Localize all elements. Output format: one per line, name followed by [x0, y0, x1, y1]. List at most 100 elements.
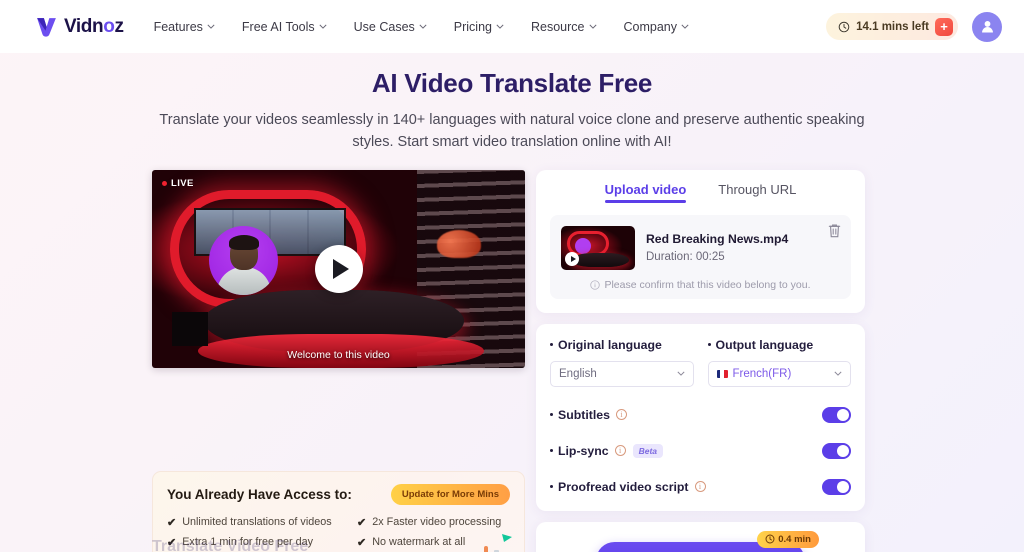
output-language-value: French(FR) — [732, 367, 792, 380]
access-banner-header: You Already Have Access to: Update for M… — [167, 483, 510, 505]
upload-tabs: Upload video Through URL — [550, 182, 851, 203]
page-subtitle: Translate your videos seamlessly in 140+… — [159, 112, 865, 151]
delete-file-button[interactable] — [827, 223, 842, 239]
bullet-icon — [550, 449, 553, 453]
logo-text: Vidnoz — [64, 16, 124, 38]
translation-options-card: Original language English Output languag… — [536, 323, 865, 511]
proofread-toggle[interactable] — [822, 478, 851, 495]
nav-label: Use Cases — [353, 19, 415, 34]
nav-item-free-ai-tools[interactable]: Free AI Tools — [242, 20, 327, 34]
nav-label: Features — [153, 19, 203, 34]
left-column: LIVE Welcome to this video You Already H… — [152, 169, 525, 552]
option-row-lip-sync: Lip-sync i Beta — [550, 442, 851, 459]
site-header: Vidnoz Features Free AI Tools Use Cases … — [0, 0, 1024, 53]
file-confirmation-note: Please confirm that this video belong to… — [561, 279, 840, 291]
output-language-select[interactable]: French(FR) — [707, 360, 851, 387]
main-navigation: Features Free AI Tools Use Cases Pricing… — [154, 20, 689, 34]
bottom-cut-heading: Translate Video Free — [152, 538, 309, 552]
check-icon: ✔ — [357, 516, 367, 529]
live-dot-icon — [162, 180, 167, 186]
estimated-minutes-text: 0.4 min — [778, 533, 811, 545]
video-thumbnail[interactable] — [561, 225, 635, 270]
minutes-remaining-text: 14.1 mins left — [856, 20, 929, 33]
update-for-more-mins-button[interactable]: Update for More Mins — [390, 483, 510, 505]
subtitles-label: Subtitles — [558, 407, 610, 422]
thumbnail-desk — [571, 252, 629, 267]
chevron-down-icon — [419, 24, 427, 29]
french-flag-icon — [716, 369, 728, 378]
vidnoz-v-logo-icon — [37, 18, 56, 37]
check-icon: ✔ — [167, 516, 177, 529]
estimated-minutes-badge: 0.4 min — [757, 530, 819, 548]
decorative-confetti-icon — [484, 533, 512, 552]
avatar-body — [216, 266, 271, 295]
nav-item-use-cases[interactable]: Use Cases — [354, 20, 427, 34]
bullet-icon — [707, 343, 711, 347]
user-avatar-button[interactable] — [972, 11, 1002, 42]
video-preview-player[interactable]: LIVE Welcome to this video — [152, 169, 525, 368]
header-right-controls: 14.1 mins left + — [826, 11, 1002, 42]
file-duration-label: Duration: — [646, 251, 693, 264]
access-feature-label: 2x Faster video processing — [372, 516, 502, 529]
translate-button-wrap: Translate Now 0.4 min — [596, 530, 819, 552]
clock-icon — [765, 534, 775, 544]
user-avatar-icon — [981, 21, 993, 33]
action-card: Translate Now 0.4 min — [536, 521, 865, 552]
minutes-remaining-badge[interactable]: 14.1 mins left + — [826, 13, 958, 40]
thumbnail-play-icon[interactable] — [565, 251, 579, 266]
output-language-value-wrap: French(FR) — [716, 367, 835, 380]
add-minutes-button[interactable]: + — [935, 17, 953, 36]
uploaded-file-box: Red Breaking News.mp4 Duration: 00:25 Pl… — [550, 214, 851, 299]
nav-label: Free AI Tools — [241, 19, 315, 34]
nav-label: Company — [623, 19, 678, 34]
chevron-down-icon — [834, 371, 842, 377]
logo-text-part-a: Vidn — [64, 15, 104, 37]
play-button[interactable] — [314, 244, 363, 293]
access-feature-item: ✔ 2x Faster video processing — [357, 516, 510, 529]
bullet-icon — [550, 485, 553, 489]
original-language-value: English — [559, 367, 597, 380]
hero-section: AI Video Translate Free Translate your v… — [0, 53, 1024, 154]
info-circle-icon[interactable]: i — [615, 409, 627, 421]
original-language-label: Original language — [558, 337, 662, 352]
live-badge: LIVE — [162, 178, 194, 189]
tab-upload-video[interactable]: Upload video — [604, 182, 686, 203]
clock-icon — [838, 21, 850, 32]
lip-sync-toggle[interactable] — [822, 442, 851, 459]
lip-sync-label: Lip-sync — [558, 443, 609, 458]
studio-decor — [437, 229, 481, 258]
avatar-hair — [228, 234, 259, 250]
main-content: LIVE Welcome to this video You Already H… — [0, 154, 1024, 552]
vidnoz-logo[interactable]: Vidnoz — [34, 14, 124, 39]
right-column: Upload video Through URL Red Breaking Ne… — [536, 169, 865, 552]
nav-item-company[interactable]: Company — [624, 20, 690, 34]
info-circle-icon[interactable]: i — [614, 445, 626, 457]
original-language-select[interactable]: English — [550, 360, 694, 387]
tab-through-url[interactable]: Through URL — [718, 182, 796, 203]
bullet-icon — [550, 413, 553, 417]
upload-card: Upload video Through URL Red Breaking Ne… — [536, 169, 865, 313]
nav-item-pricing[interactable]: Pricing — [454, 20, 504, 34]
output-language-group: Output language French(FR) — [707, 337, 852, 387]
info-circle-icon[interactable]: i — [694, 481, 706, 493]
chevron-down-icon — [676, 371, 685, 377]
proofread-label: Proofread video script — [558, 479, 689, 494]
output-language-label-row: Output language — [707, 337, 852, 352]
page-title: AI Video Translate Free — [371, 68, 653, 98]
access-feature-item: ✔ Unlimited translations of videos — [167, 516, 357, 529]
nav-item-features[interactable]: Features — [154, 20, 215, 34]
chevron-down-icon — [319, 24, 327, 29]
subtitles-toggle[interactable] — [822, 406, 851, 423]
original-language-group: Original language English — [550, 338, 694, 387]
live-label: LIVE — [171, 177, 194, 189]
access-banner-title: You Already Have Access to: — [167, 486, 352, 502]
nav-label: Pricing — [453, 19, 492, 34]
file-duration: Duration: 00:25 — [646, 251, 788, 263]
info-circle-icon — [590, 280, 601, 290]
nav-item-resource[interactable]: Resource — [531, 20, 597, 34]
studio-dark-panel — [172, 311, 208, 346]
beta-badge: Beta — [632, 443, 664, 458]
language-selectors: Original language English Output languag… — [550, 338, 851, 387]
bullet-icon — [550, 343, 553, 347]
output-language-label: Output language — [715, 337, 814, 352]
